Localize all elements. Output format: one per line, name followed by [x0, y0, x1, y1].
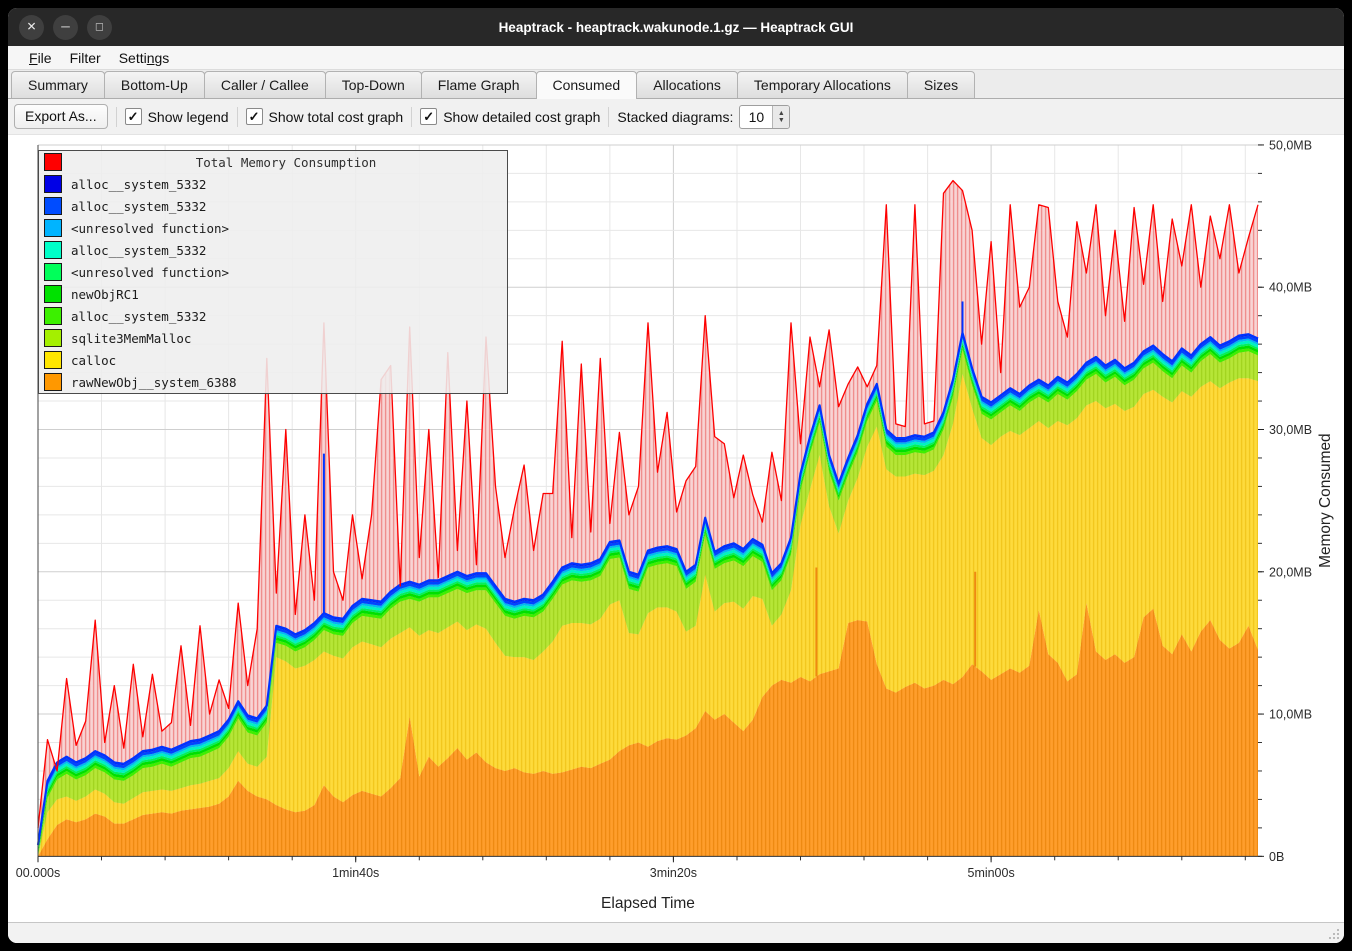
legend-item: calloc	[39, 349, 507, 371]
tab-summary[interactable]: Summary	[11, 71, 105, 98]
x-tick-label: 5min00s	[968, 866, 1015, 880]
export-as-button[interactable]: Export As...	[14, 104, 108, 129]
legend-title-row: Total Memory Consumption	[39, 151, 507, 173]
y-tick-label: 50,0MB	[1269, 138, 1312, 152]
close-icon[interactable]: ✕	[19, 15, 44, 40]
stacked-diagrams-group: Stacked diagrams: 10 ▲ ▼	[617, 105, 790, 129]
y-tick-label: 40,0MB	[1269, 281, 1312, 295]
show-legend-label: Show legend	[148, 109, 229, 125]
legend-swatch	[44, 197, 62, 215]
y-tick-label: 10,0MB	[1269, 708, 1312, 722]
legend-swatch	[44, 241, 62, 259]
legend-swatch	[44, 307, 62, 325]
legend-label: newObjRC1	[71, 287, 139, 302]
toolbar-separator	[237, 107, 238, 127]
legend-swatch	[44, 351, 62, 369]
legend-item: sqlite3MemMalloc	[39, 327, 507, 349]
tab-sizes[interactable]: Sizes	[907, 71, 975, 98]
minimize-icon[interactable]: ─	[53, 15, 78, 40]
resize-grip[interactable]	[1327, 927, 1340, 940]
legend-label: rawNewObj__system_6388	[71, 375, 237, 390]
app-window: ✕ ─ □ Heaptrack - heaptrack.wakunode.1.g…	[8, 8, 1344, 943]
tab-top-down[interactable]: Top-Down	[325, 71, 422, 98]
legend-label: alloc__system_5332	[71, 177, 206, 192]
legend-item: newObjRC1	[39, 283, 507, 305]
y-tick-label: 30,0MB	[1269, 423, 1312, 437]
stacked-diagrams-value[interactable]: 10	[740, 106, 772, 128]
x-tick-label: 1min40s	[332, 866, 379, 880]
tab-bar: Summary Bottom-Up Caller / Callee Top-Do…	[8, 70, 1344, 99]
show-legend-checkbox[interactable]: ✓ Show legend	[125, 108, 229, 125]
spinner-buttons: ▲ ▼	[772, 106, 789, 128]
legend-swatch	[44, 329, 62, 347]
menu-filter[interactable]: Filter	[61, 49, 110, 67]
legend-label: calloc	[71, 353, 116, 368]
legend-label: alloc__system_5332	[71, 309, 206, 324]
menu-file[interactable]: File	[20, 49, 61, 67]
memory-consumed-chart[interactable]: 00.000s 1min40s 3min20s 5min00s 0B 10,0MB 20,0…	[8, 135, 1344, 922]
legend-label: alloc__system_5332	[71, 199, 206, 214]
legend-item: alloc__system_5332	[39, 239, 507, 261]
legend-swatch-total	[44, 153, 62, 171]
legend-label: <unresolved function>	[71, 265, 229, 280]
y-tick-label: 0B	[1269, 850, 1284, 864]
legend-item: alloc__system_5332	[39, 305, 507, 327]
checkbox-check-icon: ✓	[420, 108, 437, 125]
legend-item: alloc__system_5332	[39, 173, 507, 195]
menu-settings[interactable]: Settings	[110, 49, 179, 67]
stacked-diagrams-spinner[interactable]: 10 ▲ ▼	[739, 105, 790, 129]
legend-item: rawNewObj__system_6388	[39, 371, 507, 393]
show-detailed-cost-checkbox[interactable]: ✓ Show detailed cost graph	[420, 108, 600, 125]
legend-label: sqlite3MemMalloc	[71, 331, 191, 346]
tab-flame-graph[interactable]: Flame Graph	[421, 71, 537, 98]
legend-swatch	[44, 263, 62, 281]
legend-swatch	[44, 175, 62, 193]
toolbar-separator	[116, 107, 117, 127]
toolbar-separator	[608, 107, 609, 127]
legend-swatch	[44, 219, 62, 237]
tab-temporary-allocations[interactable]: Temporary Allocations	[737, 71, 908, 98]
show-total-cost-label: Show total cost graph	[269, 109, 404, 125]
legend-title: Total Memory Consumption	[65, 155, 507, 170]
x-tick-label: 00.000s	[16, 866, 60, 880]
maximize-icon[interactable]: □	[87, 15, 112, 40]
legend-label: alloc__system_5332	[71, 243, 206, 258]
y-axis-title: Memory Consumed	[1317, 433, 1334, 568]
show-detailed-cost-label: Show detailed cost graph	[443, 109, 600, 125]
y-tick-label: 20,0MB	[1269, 565, 1312, 579]
tab-caller-callee[interactable]: Caller / Callee	[204, 71, 326, 98]
legend-swatch	[44, 373, 62, 391]
legend-label: <unresolved function>	[71, 221, 229, 236]
legend-item: alloc__system_5332	[39, 195, 507, 217]
tab-bottom-up[interactable]: Bottom-Up	[104, 71, 205, 98]
legend-item: <unresolved function>	[39, 217, 507, 239]
tab-consumed[interactable]: Consumed	[536, 71, 638, 99]
x-tick-label: 3min20s	[650, 866, 697, 880]
legend-item: <unresolved function>	[39, 261, 507, 283]
checkbox-check-icon: ✓	[246, 108, 263, 125]
window-controls: ✕ ─ □	[19, 15, 112, 40]
stacked-diagrams-label: Stacked diagrams:	[617, 109, 733, 125]
title-bar: ✕ ─ □ Heaptrack - heaptrack.wakunode.1.g…	[8, 8, 1344, 46]
window-title: Heaptrack - heaptrack.wakunode.1.gz — He…	[8, 20, 1344, 35]
chart-legend: Total Memory Consumption alloc__system_5…	[38, 150, 508, 394]
spinner-up-icon[interactable]: ▲	[778, 110, 785, 117]
tab-allocations[interactable]: Allocations	[636, 71, 738, 98]
legend-swatch	[44, 285, 62, 303]
x-axis-title: Elapsed Time	[601, 895, 695, 912]
checkbox-check-icon: ✓	[125, 108, 142, 125]
status-bar	[8, 922, 1344, 943]
toolbar-separator	[411, 107, 412, 127]
show-total-cost-checkbox[interactable]: ✓ Show total cost graph	[246, 108, 404, 125]
spinner-down-icon[interactable]: ▼	[778, 117, 785, 124]
menu-bar: File Filter Settings	[8, 46, 1344, 70]
toolbar: Export As... ✓ Show legend ✓ Show total …	[8, 99, 1344, 135]
